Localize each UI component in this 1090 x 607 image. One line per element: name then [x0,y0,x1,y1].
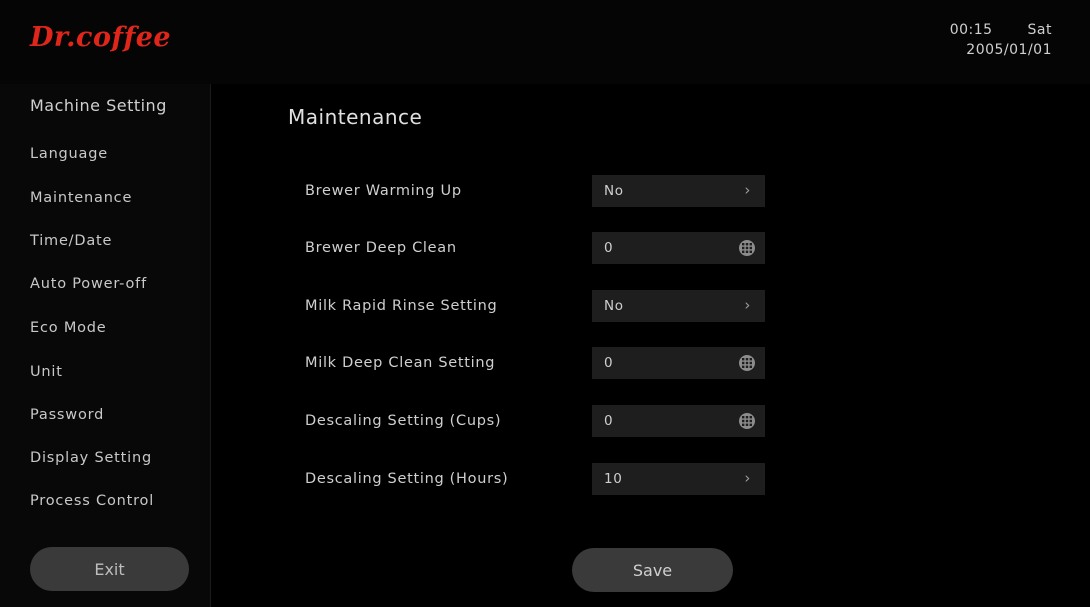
setting-label-milk-deep-clean: Milk Deep Clean Setting [305,355,496,371]
clock-time: 00:15 [949,22,993,38]
setting-value: 0 [604,355,614,371]
keypad-icon [739,413,755,429]
sidebar-item-unit[interactable]: Unit [30,364,63,380]
setting-input-milk-deep-clean[interactable]: 0 [592,347,765,379]
page-title: Maintenance [288,105,423,129]
setting-select-milk-rapid-rinse[interactable]: No › [592,290,765,322]
chevron-right-icon: › [744,181,751,199]
sidebar-item-language[interactable]: Language [30,146,108,162]
brand-logo: Dr.coffee [30,22,172,53]
setting-value: No [604,183,624,199]
setting-select-brewer-warming-up[interactable]: No › [592,175,765,207]
setting-value: No [604,298,624,314]
save-button[interactable]: Save [572,548,733,592]
sidebar-item-maintenance[interactable]: Maintenance [30,190,132,206]
setting-value: 10 [604,471,623,487]
exit-button[interactable]: Exit [30,547,189,591]
sidebar-item-display-setting[interactable]: Display Setting [30,450,152,466]
sidebar-item-password[interactable]: Password [30,407,104,423]
keypad-icon [739,240,755,256]
sidebar-item-time-date[interactable]: Time/Date [30,233,112,249]
setting-value: 0 [604,240,614,256]
setting-select-descaling-hours[interactable]: 10 › [592,463,765,495]
clock-date: 2005/01/01 [966,42,1052,58]
setting-input-descaling-cups[interactable]: 0 [592,405,765,437]
sidebar: Machine Setting Language Maintenance Tim… [0,84,211,607]
setting-label-descaling-hours: Descaling Setting (Hours) [305,471,509,487]
setting-label-brewer-warming-up: Brewer Warming Up [305,183,462,199]
sidebar-item-eco-mode[interactable]: Eco Mode [30,320,107,336]
top-bar: Dr.coffee 00:15 Sat 2005/01/01 [0,0,1090,84]
setting-label-milk-rapid-rinse: Milk Rapid Rinse Setting [305,298,498,314]
sidebar-title: Machine Setting [30,96,167,115]
setting-label-brewer-deep-clean: Brewer Deep Clean [305,240,457,256]
keypad-icon [739,355,755,371]
clock-day: Sat [1027,22,1052,38]
setting-value: 0 [604,413,614,429]
clock: 00:15 Sat 2005/01/01 [950,20,1052,60]
setting-input-brewer-deep-clean[interactable]: 0 [592,232,765,264]
chevron-right-icon: › [744,469,751,487]
sidebar-item-process-control[interactable]: Process Control [30,493,154,509]
sidebar-item-auto-power-off[interactable]: Auto Power-off [30,276,147,292]
setting-label-descaling-cups: Descaling Setting (Cups) [305,413,502,429]
chevron-right-icon: › [744,296,751,314]
